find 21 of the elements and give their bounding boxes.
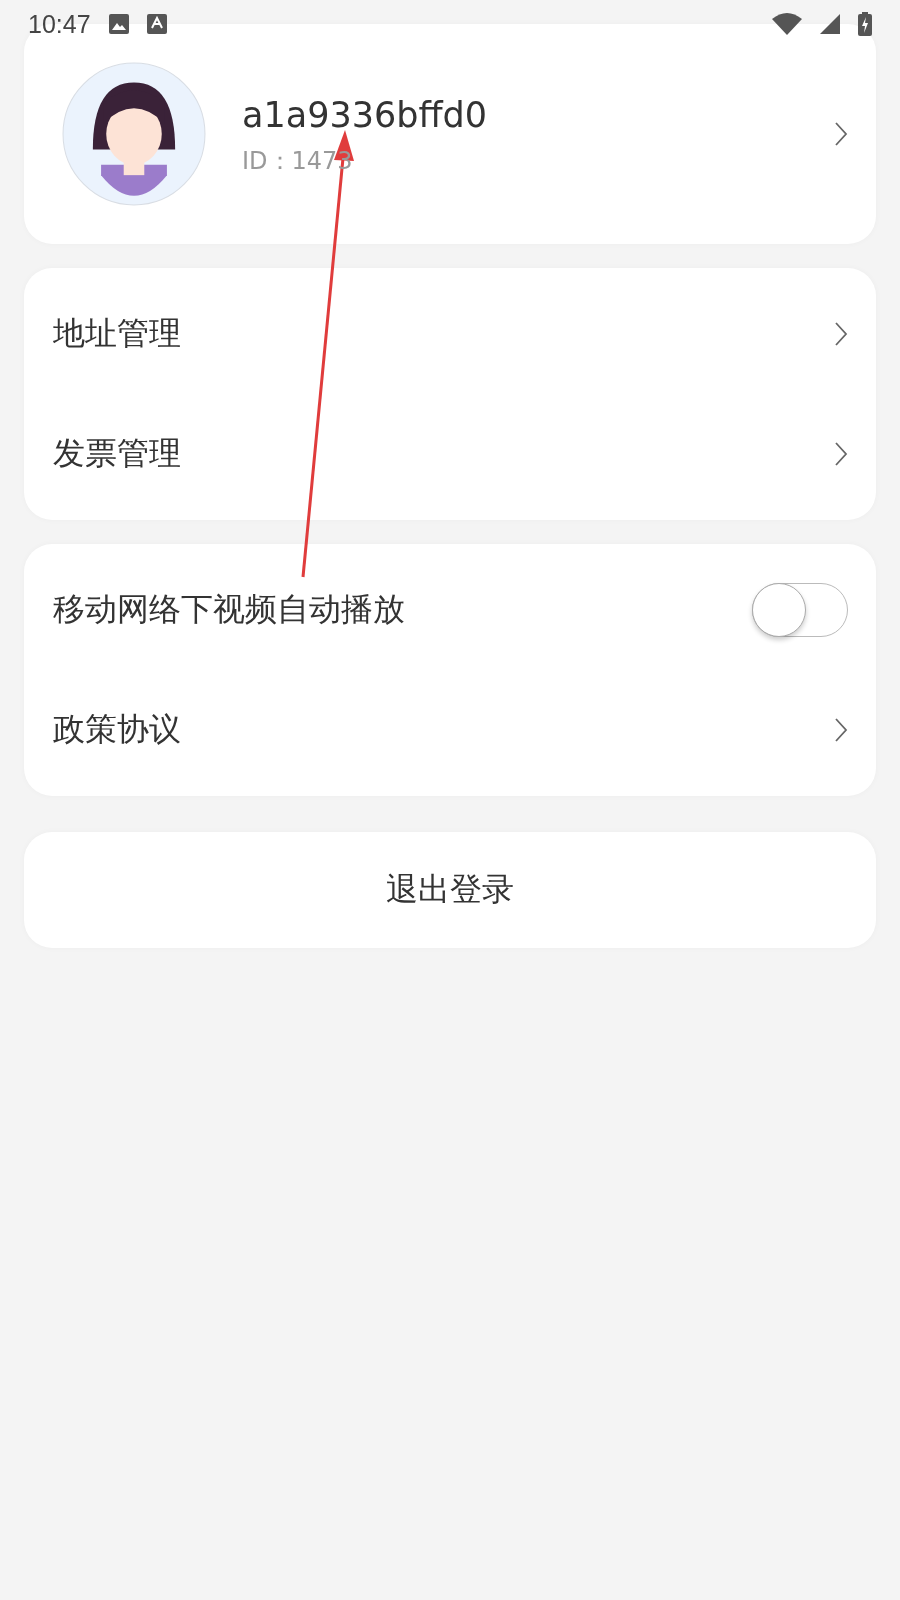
image-icon bbox=[108, 14, 129, 34]
battery-icon bbox=[858, 12, 872, 36]
username: a1a9336bffd0 bbox=[242, 95, 489, 135]
menu-item-label: 发票管理 bbox=[53, 433, 182, 474]
toggle-switch[interactable] bbox=[752, 583, 848, 637]
menu-item-label: 政策协议 bbox=[53, 709, 182, 750]
font-icon bbox=[146, 14, 167, 34]
menu-item-label: 移动网络下视频自动播放 bbox=[53, 589, 406, 630]
menu-item[interactable]: 移动网络下视频自动播放 bbox=[24, 550, 876, 670]
chevron-icon bbox=[834, 441, 848, 467]
chevron-icon bbox=[834, 717, 848, 743]
menu-item[interactable]: 发票管理 bbox=[24, 394, 876, 514]
chevron-icon bbox=[834, 121, 848, 147]
avatar-icon bbox=[62, 62, 206, 206]
signal-icon bbox=[820, 14, 840, 34]
menu-item[interactable]: 地址管理 bbox=[24, 274, 876, 394]
logout-button[interactable]: 退出登录 bbox=[24, 832, 876, 948]
menu-item-label: 地址管理 bbox=[53, 313, 182, 354]
wifi-icon bbox=[772, 13, 802, 35]
menu-item[interactable]: 政策协议 bbox=[24, 670, 876, 790]
chevron-icon bbox=[834, 321, 848, 347]
